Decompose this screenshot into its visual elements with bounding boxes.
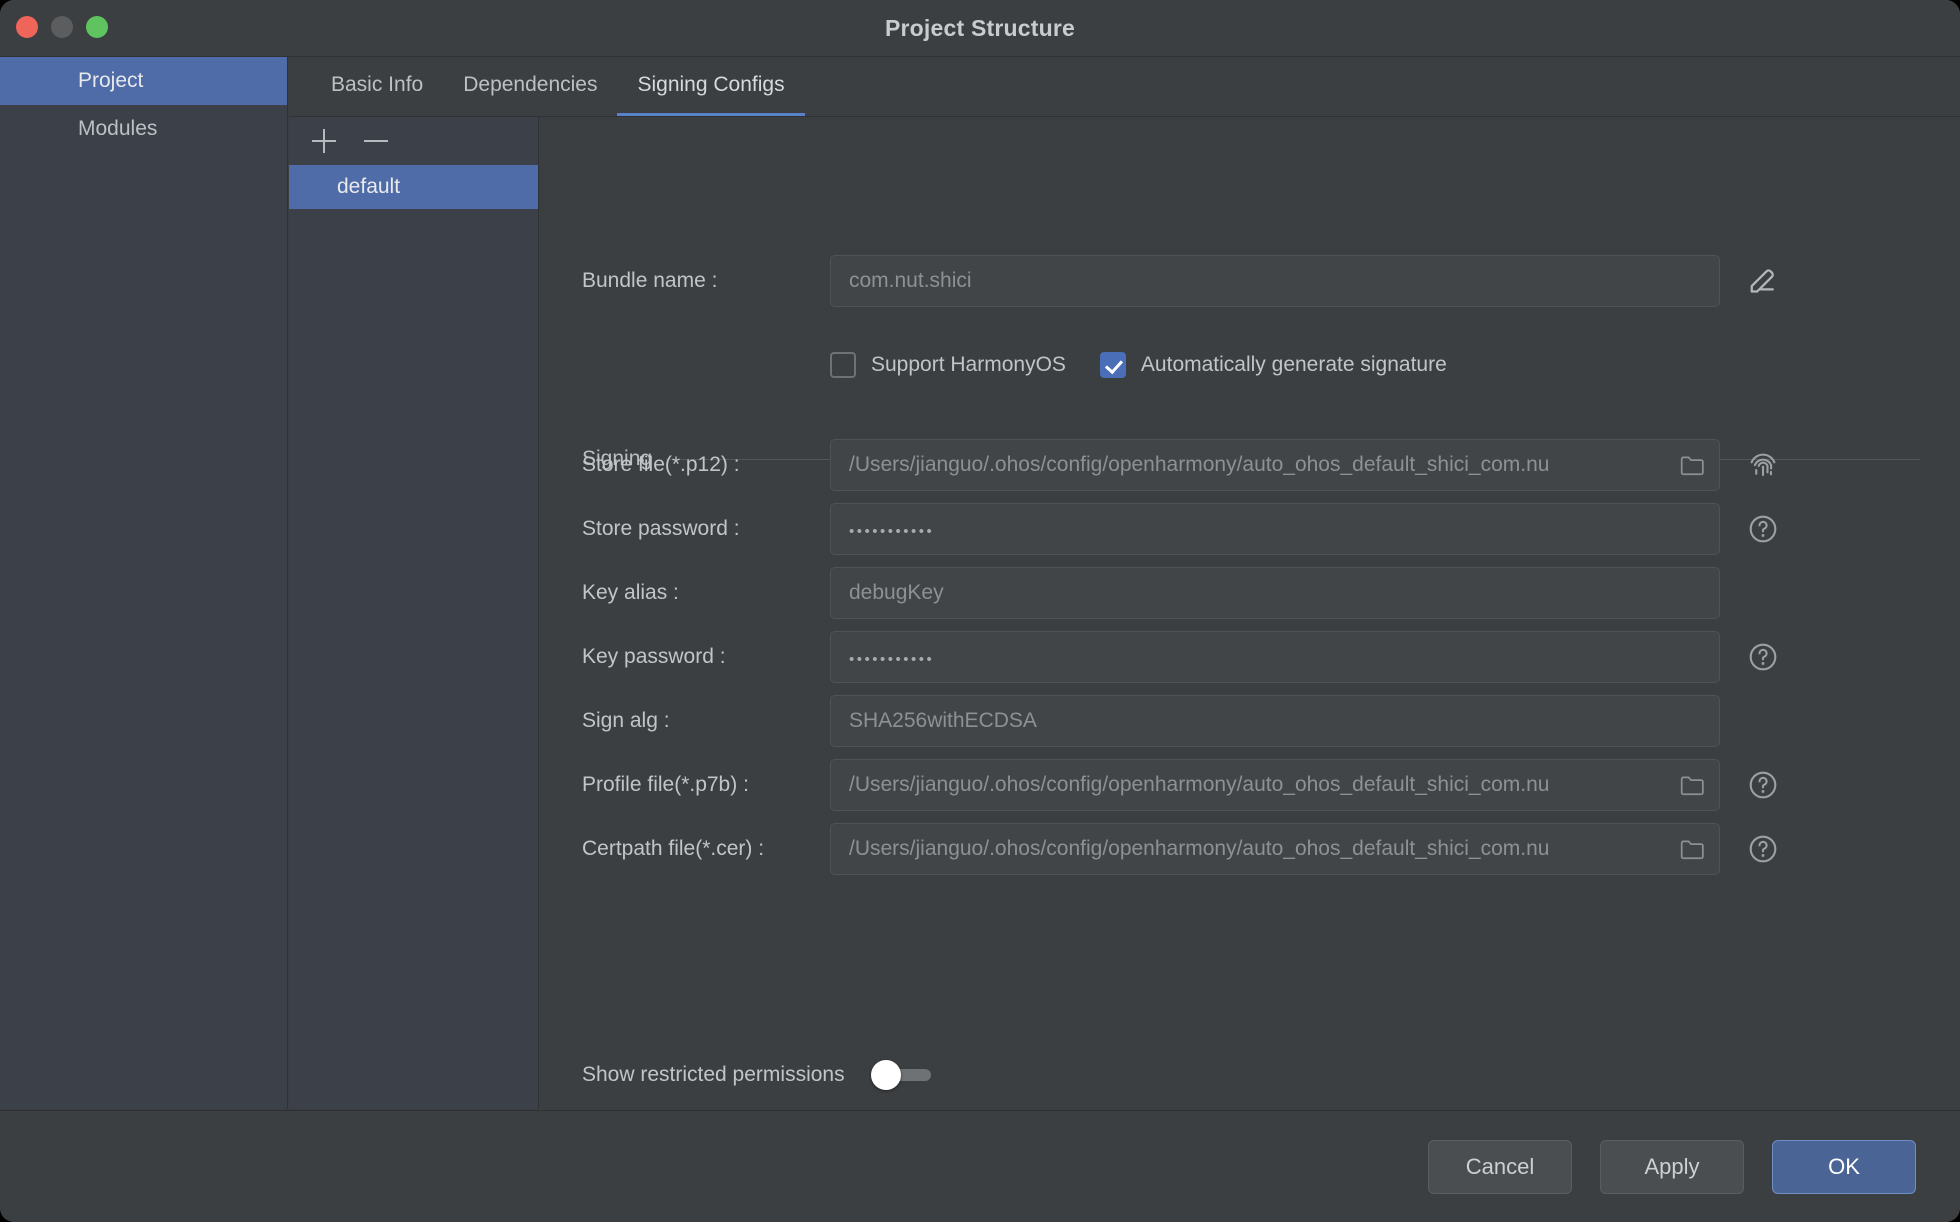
profile-file-row: Profile file(*.p7b) : /Users/jianguo/.oh… xyxy=(540,759,1960,811)
ok-button[interactable]: OK xyxy=(1772,1139,1916,1194)
tab-dependencies[interactable]: Dependencies xyxy=(443,57,617,116)
show-restricted-permissions-row: Show restricted permissions xyxy=(582,1055,931,1095)
folder-icon[interactable] xyxy=(1679,453,1705,477)
list-item-label: default xyxy=(337,175,401,198)
show-restricted-permissions-label: Show restricted permissions xyxy=(582,1063,845,1086)
signing-configs-form: Bundle name : com.nut.shici Support Harm… xyxy=(540,117,1960,1109)
store-file-input[interactable]: /Users/jianguo/.ohos/config/openharmony/… xyxy=(830,439,1720,491)
auto-generate-signature-checkbox[interactable]: Automatically generate signature xyxy=(1099,352,1447,378)
store-password-label: Store password : xyxy=(582,517,740,540)
list-item-default[interactable]: default xyxy=(289,165,538,209)
key-alias-input[interactable]: debugKey xyxy=(830,567,1720,619)
add-config-button[interactable] xyxy=(311,128,337,154)
key-alias-value: debugKey xyxy=(849,581,944,604)
remove-config-button[interactable] xyxy=(363,128,389,154)
cancel-button[interactable]: Cancel xyxy=(1428,1139,1572,1194)
sidebar: Project Modules xyxy=(0,57,288,1109)
sign-alg-label: Sign alg : xyxy=(582,709,670,732)
sign-alg-row: Sign alg : SHA256withECDSA xyxy=(540,695,1960,747)
bundle-name-row: Bundle name : com.nut.shici xyxy=(540,255,1960,307)
help-icon[interactable] xyxy=(1745,767,1781,803)
sidebar-item-project[interactable]: Project xyxy=(0,57,287,105)
bundle-name-value: com.nut.shici xyxy=(849,269,972,292)
title-bar: Project Structure xyxy=(0,0,1960,57)
sidebar-item-label: Project xyxy=(78,69,144,92)
tab-label: Dependencies xyxy=(463,73,598,96)
bundle-name-input[interactable]: com.nut.shici xyxy=(830,255,1720,307)
certpath-file-value: /Users/jianguo/.ohos/config/openharmony/… xyxy=(849,837,1550,860)
sidebar-item-label: Modules xyxy=(78,117,158,140)
project-structure-dialog: Project Structure Project Modules Basic … xyxy=(0,0,1960,1222)
dialog-footer: Cancel Apply OK xyxy=(0,1110,1960,1222)
key-password-input[interactable]: ••••••••••• xyxy=(830,631,1720,683)
key-password-row: Key password : ••••••••••• xyxy=(540,631,1960,683)
apply-button-label: Apply xyxy=(1644,1153,1700,1179)
checkbox-label: Support HarmonyOS xyxy=(871,353,1066,376)
toggle-knob xyxy=(870,1060,901,1090)
profile-file-label: Profile file(*.p7b) : xyxy=(582,773,749,796)
signing-configs-list-panel: default xyxy=(289,117,539,1109)
certpath-file-label: Certpath file(*.cer) : xyxy=(582,837,765,860)
show-restricted-permissions-toggle[interactable] xyxy=(870,1060,931,1090)
folder-icon[interactable] xyxy=(1679,837,1705,861)
profile-file-value: /Users/jianguo/.ohos/config/openharmony/… xyxy=(849,773,1550,796)
certpath-file-row: Certpath file(*.cer) : /Users/jianguo/.o… xyxy=(540,823,1960,875)
apply-button[interactable]: Apply xyxy=(1600,1139,1744,1194)
sign-alg-value: SHA256withECDSA xyxy=(849,709,1037,732)
checkbox-box xyxy=(1099,352,1126,378)
page-title: Project Structure xyxy=(884,15,1075,41)
store-password-input[interactable]: ••••••••••• xyxy=(830,503,1720,555)
fingerprint-icon[interactable] xyxy=(1745,447,1781,483)
tab-bar: Basic Info Dependencies Signing Configs xyxy=(289,57,1960,117)
tab-signing-configs[interactable]: Signing Configs xyxy=(617,57,805,116)
store-password-row: Store password : ••••••••••• xyxy=(540,503,1960,555)
key-password-value: ••••••••••• xyxy=(849,650,935,668)
help-icon[interactable] xyxy=(1745,831,1781,867)
configs-toolbar xyxy=(289,117,538,165)
key-alias-row: Key alias : debugKey xyxy=(540,567,1960,619)
store-file-label: Store file(*.p12) : xyxy=(582,453,740,476)
key-password-label: Key password : xyxy=(582,645,726,668)
store-file-value: /Users/jianguo/.ohos/config/openharmony/… xyxy=(849,453,1550,476)
checkbox-label: Automatically generate signature xyxy=(1140,353,1447,376)
minus-icon xyxy=(364,140,388,142)
tab-label: Signing Configs xyxy=(637,73,785,96)
key-alias-label: Key alias : xyxy=(582,581,679,604)
checkbox-box xyxy=(830,352,856,378)
certpath-file-input[interactable]: /Users/jianguo/.ohos/config/openharmony/… xyxy=(830,823,1720,875)
help-icon[interactable] xyxy=(1745,639,1781,675)
folder-icon[interactable] xyxy=(1679,773,1705,797)
store-file-row: Store file(*.p12) : /Users/jianguo/.ohos… xyxy=(540,439,1960,491)
tab-basic-info[interactable]: Basic Info xyxy=(311,57,443,116)
help-icon[interactable] xyxy=(1745,511,1781,547)
sidebar-item-modules[interactable]: Modules xyxy=(0,105,287,153)
plus-icon-stem xyxy=(323,129,325,153)
profile-file-input[interactable]: /Users/jianguo/.ohos/config/openharmony/… xyxy=(830,759,1720,811)
signature-options-row: Support HarmonyOS Automatically generate… xyxy=(830,345,1447,385)
support-harmonyos-checkbox[interactable]: Support HarmonyOS xyxy=(830,352,1066,378)
cancel-button-label: Cancel xyxy=(1465,1153,1535,1179)
store-password-value: ••••••••••• xyxy=(849,522,935,540)
sign-alg-input[interactable]: SHA256withECDSA xyxy=(830,695,1720,747)
tab-label: Basic Info xyxy=(331,73,424,96)
pencil-icon[interactable] xyxy=(1745,263,1781,299)
ok-button-label: OK xyxy=(1828,1153,1860,1179)
bundle-name-label: Bundle name : xyxy=(582,269,718,292)
